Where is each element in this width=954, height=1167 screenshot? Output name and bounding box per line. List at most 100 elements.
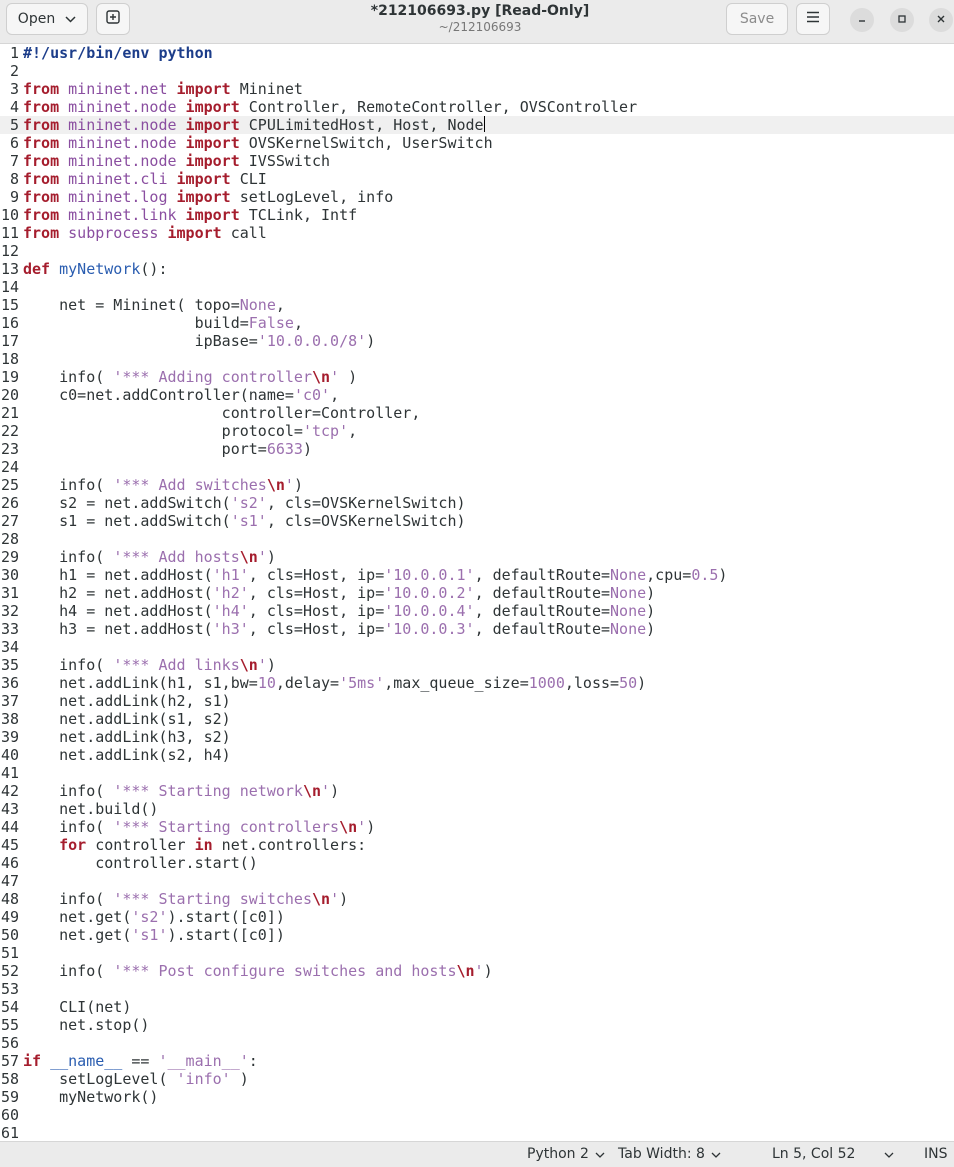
code-line[interactable]: 35 info( '*** Add links\n') (0, 656, 954, 674)
save-button[interactable]: Save (726, 3, 788, 35)
code-line[interactable]: 60 (0, 1106, 954, 1124)
code-line[interactable]: 51 (0, 944, 954, 962)
code-line[interactable]: 47 (0, 872, 954, 890)
line-number: 42 (0, 782, 19, 800)
code-line[interactable]: 49 net.get('s2').start([c0]) (0, 908, 954, 926)
code-line[interactable]: 19 info( '*** Adding controller\n' ) (0, 368, 954, 386)
code-text: from mininet.node import CPULimitedHost,… (23, 116, 484, 134)
code-line[interactable]: 12 (0, 242, 954, 260)
code-line[interactable]: 33 h3 = net.addHost('h3', cls=Host, ip='… (0, 620, 954, 638)
code-line[interactable]: 21 controller=Controller, (0, 404, 954, 422)
code-line[interactable]: 17 ipBase='10.0.0.0/8') (0, 332, 954, 350)
code-line[interactable]: 54 CLI(net) (0, 998, 954, 1016)
code-line[interactable]: 16 build=False, (0, 314, 954, 332)
code-line[interactable]: 28 (0, 530, 954, 548)
code-line[interactable]: 32 h4 = net.addHost('h4', cls=Host, ip='… (0, 602, 954, 620)
code-line[interactable]: 29 info( '*** Add hosts\n') (0, 548, 954, 566)
maximize-button[interactable] (890, 8, 914, 32)
line-number: 31 (0, 584, 19, 602)
code-line[interactable]: 43 net.build() (0, 800, 954, 818)
code-line[interactable]: 61 (0, 1124, 954, 1141)
code-line[interactable]: 23 port=6633) (0, 440, 954, 458)
code-line[interactable]: 27 s1 = net.addSwitch('s1', cls=OVSKerne… (0, 512, 954, 530)
code-text: net.addLink(h1, s1,bw=10,delay='5ms',max… (23, 674, 647, 692)
code-line[interactable]: 31 h2 = net.addHost('h2', cls=Host, ip='… (0, 584, 954, 602)
line-number: 5 (9, 116, 19, 134)
window-title-area: *212106693.py [Read-Only] ~/212106693 (280, 3, 680, 35)
code-text: build=False, (23, 314, 303, 332)
code-line[interactable]: 7 from mininet.node import IVSSwitch (0, 152, 954, 170)
language-selector[interactable]: Python 2 (527, 1146, 605, 1162)
insert-mode-indicator[interactable]: INS (924, 1146, 948, 1162)
code-line[interactable]: 5 from mininet.node import CPULimitedHost… (0, 116, 954, 134)
code-text: ipBase='10.0.0.0/8') (23, 332, 376, 350)
code-line[interactable]: 36 net.addLink(h1, s1,bw=10,delay='5ms',… (0, 674, 954, 692)
code-line[interactable]: 22 protocol='tcp', (0, 422, 954, 440)
code-line[interactable]: 56 (0, 1034, 954, 1052)
code-line[interactable]: 14 (0, 278, 954, 296)
line-number: 56 (0, 1034, 19, 1052)
code-text: h3 = net.addHost('h3', cls=Host, ip='10.… (23, 620, 656, 638)
code-line[interactable]: 37 net.addLink(h2, s1) (0, 692, 954, 710)
code-line[interactable]: 13 def myNetwork(): (0, 260, 954, 278)
code-text: from mininet.net import Mininet (23, 80, 303, 98)
code-line[interactable]: 24 (0, 458, 954, 476)
code-line[interactable]: 48 info( '*** Starting switches\n') (0, 890, 954, 908)
code-line[interactable]: 6 from mininet.node import OVSKernelSwitc… (0, 134, 954, 152)
code-line[interactable]: 50 net.get('s1').start([c0]) (0, 926, 954, 944)
code-line[interactable]: 34 (0, 638, 954, 656)
code-line[interactable]: 46 controller.start() (0, 854, 954, 872)
line-number: 53 (0, 980, 19, 998)
code-line[interactable]: 8 from mininet.cli import CLI (0, 170, 954, 188)
code-line[interactable]: 11 from subprocess import call (0, 224, 954, 242)
code-line[interactable]: 52 info( '*** Post configure switches an… (0, 962, 954, 980)
position-menu-chevron[interactable] (884, 1146, 894, 1162)
code-line[interactable]: 20 c0=net.addController(name='c0', (0, 386, 954, 404)
open-button[interactable]: Open (6, 3, 88, 35)
code-line[interactable]: 1 #!/usr/bin/env python (0, 44, 954, 62)
code-editor[interactable]: 1 #!/usr/bin/env python 2 3 from mininet.net… (0, 44, 954, 1141)
code-line[interactable]: 10 from mininet.link import TCLink, Intf (0, 206, 954, 224)
code-text: net.stop() (23, 1016, 150, 1034)
code-line[interactable]: 53 (0, 980, 954, 998)
code-line[interactable]: 39 net.addLink(h3, s2) (0, 728, 954, 746)
line-number: 38 (0, 710, 19, 728)
code-line[interactable]: 58 setLogLevel( 'info' ) (0, 1070, 954, 1088)
code-line[interactable]: 44 info( '*** Starting controllers\n') (0, 818, 954, 836)
new-tab-button[interactable] (96, 3, 130, 35)
chevron-down-icon (595, 1146, 605, 1162)
code-line[interactable]: 9 from mininet.log import setLogLevel, in… (0, 188, 954, 206)
code-line[interactable]: 2 (0, 62, 954, 80)
close-button[interactable] (929, 8, 953, 32)
minimize-button[interactable] (850, 8, 874, 32)
code-line[interactable]: 59 myNetwork() (0, 1088, 954, 1106)
chevron-down-icon (884, 1146, 894, 1162)
line-number: 51 (0, 944, 19, 962)
code-line[interactable]: 30 h1 = net.addHost('h1', cls=Host, ip='… (0, 566, 954, 584)
code-line[interactable]: 55 net.stop() (0, 1016, 954, 1034)
code-line[interactable]: 3 from mininet.net import Mininet (0, 80, 954, 98)
code-line[interactable]: 40 net.addLink(s2, h4) (0, 746, 954, 764)
tab-width-selector[interactable]: Tab Width: 8 (618, 1146, 721, 1162)
code-line[interactable]: 25 info( '*** Add switches\n') (0, 476, 954, 494)
main-menu-button[interactable] (796, 3, 830, 35)
code-line[interactable]: 57 if __name__ == '__main__': (0, 1052, 954, 1070)
code-text: info( '*** Adding controller\n' ) (23, 368, 358, 386)
code-text: info( '*** Post configure switches and h… (23, 962, 493, 980)
code-line[interactable]: 41 (0, 764, 954, 782)
code-text: from mininet.cli import CLI (23, 170, 267, 188)
code-line[interactable]: 38 net.addLink(s1, s2) (0, 710, 954, 728)
code-line[interactable]: 18 (0, 350, 954, 368)
code-line[interactable]: 42 info( '*** Starting network\n') (0, 782, 954, 800)
code-text: net = Mininet( topo=None, (23, 296, 285, 314)
code-line[interactable]: 15 net = Mininet( topo=None, (0, 296, 954, 314)
code-line[interactable]: 45 for controller in net.controllers: (0, 836, 954, 854)
cursor-position[interactable]: Ln 5, Col 52 (772, 1146, 855, 1162)
code-text: net.build() (23, 800, 159, 818)
code-text: myNetwork() (23, 1088, 159, 1106)
code-text: port=6633) (23, 440, 312, 458)
line-number: 40 (0, 746, 19, 764)
line-number: 37 (0, 692, 19, 710)
code-line[interactable]: 26 s2 = net.addSwitch('s2', cls=OVSKerne… (0, 494, 954, 512)
code-line[interactable]: 4 from mininet.node import Controller, Re… (0, 98, 954, 116)
